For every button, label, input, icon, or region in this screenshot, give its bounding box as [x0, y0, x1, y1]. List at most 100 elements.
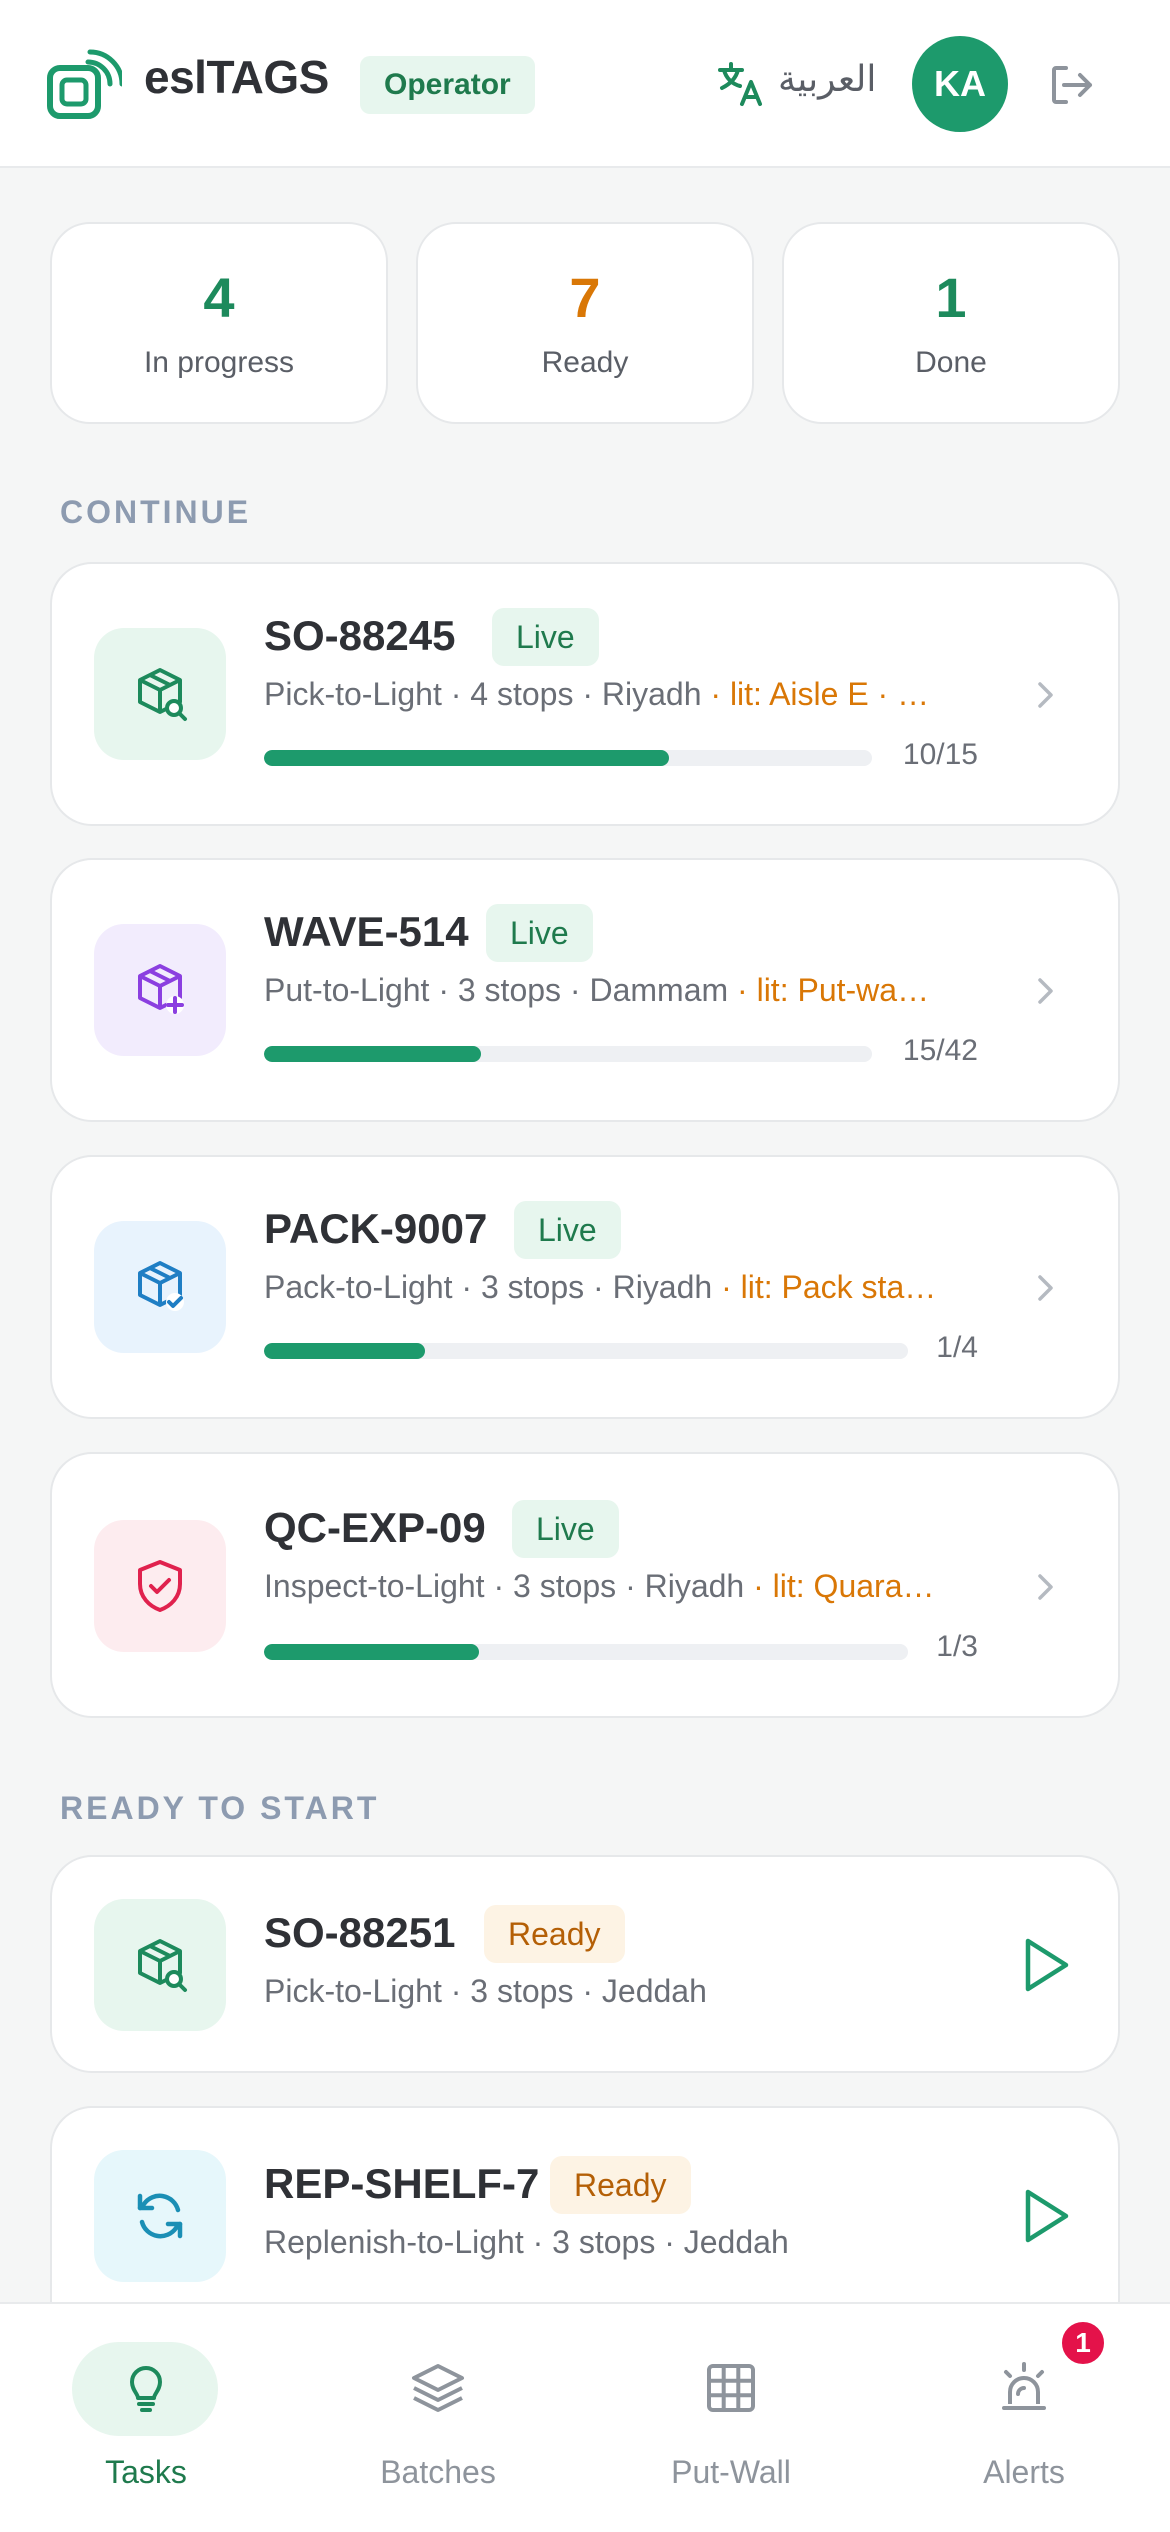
section-title-continue: CONTINUE	[60, 494, 252, 530]
task-id: SO-88245	[264, 612, 456, 659]
task-stops: 3 stops	[470, 1973, 574, 2009]
task-icon-box	[94, 1520, 226, 1652]
play-icon[interactable]	[1018, 1935, 1074, 1995]
status-badge: Ready	[550, 2156, 691, 2214]
status-badge: Live	[492, 608, 599, 666]
stat-ready[interactable]: 7 Ready	[416, 222, 754, 424]
avatar[interactable]: KA	[912, 36, 1008, 132]
translate-icon[interactable]	[716, 60, 764, 108]
task-mode: Inspect-to-Light	[264, 1568, 485, 1604]
box-search-icon	[138, 668, 187, 721]
box-plus-icon	[138, 964, 184, 1014]
task-city: Riyadh	[644, 1568, 745, 1604]
task-details: Inspect-to-Light · 3 stops · Riyadh · li…	[264, 1568, 935, 1604]
nav-label: Alerts	[983, 2454, 1065, 2490]
app-header: eslTAGS Operator العربية KA	[0, 0, 1170, 168]
box-check-icon	[138, 1261, 184, 1311]
language-switch[interactable]: العربية	[778, 58, 876, 100]
section-title-ready: READY TO START	[60, 1790, 380, 1826]
box-search-icon	[138, 1939, 187, 1992]
logout-icon[interactable]	[1048, 62, 1094, 108]
stat-value: 4	[203, 266, 235, 329]
refresh-icon	[137, 2193, 183, 2239]
task-details: Pick-to-Light · 4 stops · Riyadh · lit: …	[264, 676, 930, 712]
task-icon-box	[94, 1221, 226, 1353]
stat-value: 7	[569, 266, 601, 329]
stat-in-progress[interactable]: 4 In progress	[50, 222, 388, 424]
alerts-count-badge: 1	[1058, 2318, 1108, 2368]
nav-label: Tasks	[105, 2454, 187, 2490]
task-card-pack-9007[interactable]: PACK-9007 Live Pack-to-Light · 3 stops ·…	[50, 1155, 1120, 1419]
task-card-so-88245[interactable]: SO-88245 Live Pick-to-Light · 4 stops · …	[50, 562, 1120, 826]
task-city: Jeddah	[683, 2224, 789, 2260]
task-id: REP-SHELF-7	[264, 2160, 540, 2207]
siren-icon	[1002, 2362, 1046, 2410]
task-details: Pack-to-Light · 3 stops · Riyadh · lit: …	[264, 1269, 937, 1305]
chevron-right-icon	[1038, 1574, 1053, 1600]
task-lit-location: lit: Quara…	[772, 1568, 935, 1604]
task-progress-count: 10/15	[902, 738, 978, 771]
role-badge: Operator	[360, 56, 535, 114]
task-mode: Pick-to-Light	[264, 676, 442, 712]
task-card-wave-514[interactable]: WAVE-514 Live Put-to-Light · 3 stops · D…	[50, 858, 1120, 1122]
task-card-qc-exp-09[interactable]: QC-EXP-09 Live Inspect-to-Light · 3 stop…	[50, 1452, 1120, 1718]
esl-tag-logo-icon	[47, 49, 122, 119]
task-stops: 3 stops	[480, 1269, 585, 1305]
task-stops: 3 stops	[457, 972, 562, 1008]
nav-tab-alerts[interactable]: Alerts	[878, 2304, 1170, 2532]
task-progress-count: 15/42	[902, 1034, 978, 1067]
chevron-right-icon	[1038, 682, 1053, 708]
task-progress-count: 1/4	[936, 1331, 978, 1364]
grid-icon	[707, 2364, 755, 2412]
task-stops: 3 stops	[513, 1568, 617, 1604]
status-badge: Live	[514, 1201, 621, 1259]
task-progress-bar	[264, 1046, 872, 1062]
brand-name: eslTAGS	[144, 51, 329, 103]
progress-fill	[264, 750, 670, 766]
task-city: Dammam	[589, 972, 729, 1008]
task-stops: 3 stops	[552, 2224, 656, 2260]
task-lit-location: lit: Aisle E · …	[729, 676, 930, 712]
progress-fill	[264, 1644, 479, 1660]
task-mode: Pack-to-Light	[264, 1269, 453, 1305]
task-city: Jeddah	[601, 1973, 707, 2009]
nav-tab-tasks[interactable]: Tasks	[0, 2304, 292, 2532]
task-details: Pick-to-Light · 3 stops · Jeddah	[264, 1973, 707, 2009]
task-mode: Replenish-to-Light	[264, 2224, 524, 2260]
status-badge: Live	[512, 1500, 619, 1558]
task-card-so-88251[interactable]: SO-88251 Ready Pick-to-Light · 3 stops ·…	[50, 1855, 1120, 2073]
nav-tab-batches[interactable]: Batches	[292, 2304, 584, 2532]
stat-done[interactable]: 1 Done	[782, 222, 1120, 424]
task-progress-bar	[264, 1343, 908, 1359]
progress-fill	[264, 1046, 482, 1062]
play-icon[interactable]	[1018, 2186, 1074, 2246]
task-progress-count: 1/3	[936, 1630, 978, 1663]
task-details: Put-to-Light · 3 stops · Dammam · lit: P…	[264, 972, 930, 1008]
task-id: SO-88251	[264, 1909, 456, 1956]
stat-label: In progress	[143, 346, 295, 379]
task-icon-box	[94, 924, 226, 1056]
stat-label: Ready	[541, 346, 629, 379]
nav-label: Batches	[380, 2454, 496, 2490]
layers-icon	[412, 2364, 464, 2412]
status-badge: Ready	[484, 1905, 625, 1963]
task-id: WAVE-514	[264, 908, 469, 955]
progress-fill	[264, 1343, 425, 1359]
task-id: PACK-9007	[264, 1205, 488, 1252]
task-lit-location: lit: Put-wa…	[756, 972, 930, 1008]
status-badge: Live	[486, 904, 593, 962]
shield-check-icon	[138, 1560, 182, 1612]
task-progress-bar	[264, 1644, 908, 1660]
task-lit-location: lit: Pack sta…	[740, 1269, 937, 1305]
task-icon-box	[94, 2150, 226, 2282]
nav-tab-put-wall[interactable]: Put-Wall	[585, 2304, 877, 2532]
stat-value: 1	[935, 266, 967, 329]
task-icon-box	[94, 1899, 226, 2031]
lightbulb-icon	[130, 2366, 162, 2412]
task-progress-bar	[264, 750, 872, 766]
stat-label: Done	[915, 346, 987, 379]
bottom-nav: Tasks Batches Put-Wall Alerts	[0, 2302, 1170, 2532]
chevron-right-icon	[1038, 1275, 1053, 1301]
chevron-right-icon	[1038, 978, 1053, 1004]
task-city: Riyadh	[612, 1269, 713, 1305]
